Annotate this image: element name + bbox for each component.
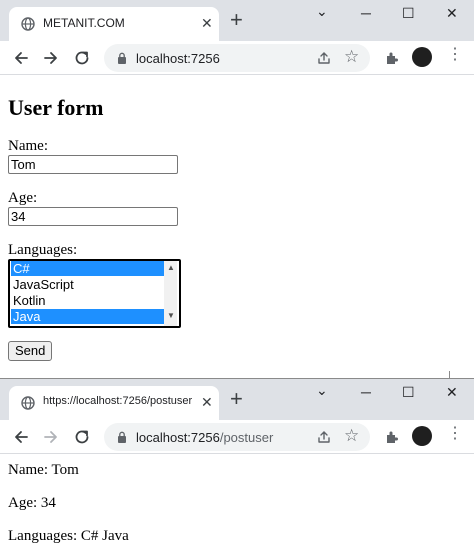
option-csharp[interactable]: C# <box>11 261 164 276</box>
back-icon[interactable] <box>12 49 30 67</box>
result-name: Name: Tom <box>8 462 79 478</box>
star-icon[interactable]: ☆ <box>344 427 359 445</box>
avatar[interactable] <box>412 426 432 446</box>
tab-strip: https://localhost:7256/postuser ✕ + ⌄ ─ … <box>0 379 474 420</box>
maximize-icon[interactable]: ☐ <box>402 385 415 399</box>
toolbar: localhost:7256/postuser ☆ ⋮ <box>0 420 474 454</box>
globe-icon <box>21 396 35 410</box>
extensions-icon[interactable] <box>383 428 401 446</box>
window-gap <box>0 371 474 378</box>
share-icon[interactable] <box>316 50 332 66</box>
back-icon[interactable] <box>12 428 30 446</box>
globe-icon <box>21 17 35 31</box>
tab-title: https://localhost:7256/postuser <box>43 395 193 407</box>
tab-postuser[interactable]: https://localhost:7256/postuser ✕ <box>9 386 219 420</box>
result-languages: Languages: C# Java <box>8 528 129 544</box>
scroll-up-icon[interactable]: ▲ <box>167 263 175 272</box>
age-label: Age: <box>8 190 38 206</box>
star-icon[interactable]: ☆ <box>344 48 359 66</box>
tab-metanit[interactable]: METANIT.COM ✕ <box>9 7 219 41</box>
toolbar: localhost:7256 ☆ ⋮ <box>0 41 474 75</box>
avatar[interactable] <box>412 47 432 67</box>
url-host: localhost:7256 <box>136 430 220 445</box>
extensions-icon[interactable] <box>383 49 401 67</box>
chevron-down-icon[interactable]: ⌄ <box>316 383 328 397</box>
chevron-down-icon[interactable]: ⌄ <box>316 4 328 18</box>
url-host: localhost:7256 <box>136 51 220 66</box>
maximize-icon[interactable]: ☐ <box>402 6 415 20</box>
tab-title: METANIT.COM <box>43 16 125 30</box>
close-icon[interactable]: ✕ <box>201 395 213 409</box>
option-javascript[interactable]: JavaScript <box>11 277 164 292</box>
lock-icon <box>118 52 126 64</box>
languages-label: Languages: <box>8 242 78 258</box>
new-tab-icon[interactable]: + <box>230 9 243 31</box>
tab-strip: METANIT.COM ✕ + ⌄ ─ ☐ ✕ <box>0 0 474 41</box>
send-button[interactable]: Send <box>8 341 53 361</box>
new-tab-icon[interactable]: + <box>230 388 243 410</box>
reload-icon[interactable] <box>73 49 91 67</box>
window-close-icon[interactable]: ✕ <box>446 6 458 20</box>
languages-select[interactable]: C# JavaScript Kotlin Java ▲ ▼ <box>8 259 181 328</box>
option-java[interactable]: Java <box>11 309 164 324</box>
forward-icon[interactable] <box>42 428 60 446</box>
result-age: Age: 34 <box>8 495 56 511</box>
minimize-icon[interactable]: ─ <box>361 385 371 399</box>
name-label: Name: <box>8 138 48 154</box>
more-menu-icon[interactable]: ⋮ <box>447 46 463 64</box>
url-text: localhost:7256 <box>136 51 220 66</box>
scrollbar[interactable]: ▲ ▼ <box>164 261 177 326</box>
share-icon[interactable] <box>316 429 332 445</box>
scroll-down-icon[interactable]: ▼ <box>167 311 175 320</box>
url-text: localhost:7256/postuser <box>136 430 273 445</box>
address-bar[interactable]: localhost:7256 ☆ <box>104 44 370 72</box>
browser-window-result: https://localhost:7256/postuser ✕ + ⌄ ─ … <box>0 378 474 559</box>
address-bar[interactable]: localhost:7256/postuser ☆ <box>104 423 370 451</box>
name-input[interactable]: Tom <box>8 155 178 174</box>
age-input[interactable]: 34 <box>8 207 178 226</box>
option-kotlin[interactable]: Kotlin <box>11 293 164 308</box>
window-edge <box>449 371 450 378</box>
browser-window-form: METANIT.COM ✕ + ⌄ ─ ☐ ✕ localhost:7256 ☆… <box>0 0 474 372</box>
url-path: /postuser <box>219 430 274 445</box>
reload-icon[interactable] <box>73 428 91 446</box>
lock-icon <box>118 431 126 443</box>
page-title: User form <box>8 95 104 120</box>
more-menu-icon[interactable]: ⋮ <box>447 425 463 443</box>
minimize-icon[interactable]: ─ <box>361 6 371 20</box>
forward-icon[interactable] <box>42 49 60 67</box>
close-icon[interactable]: ✕ <box>201 16 213 30</box>
window-close-icon[interactable]: ✕ <box>446 385 458 399</box>
